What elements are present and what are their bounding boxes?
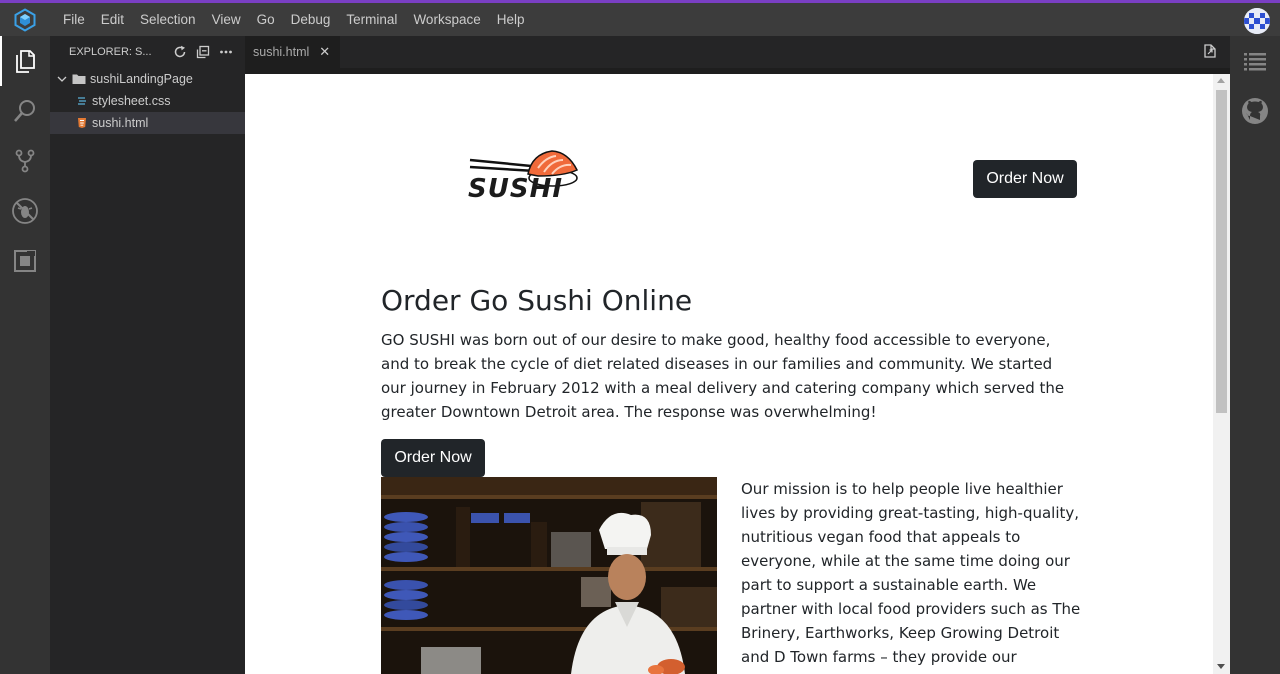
refresh-icon[interactable] — [173, 45, 187, 59]
css-file-icon — [76, 95, 88, 107]
debug-icon — [12, 198, 38, 224]
editor-tab-bar: sushi.html ✕ — [245, 36, 1230, 68]
menu-edit[interactable]: Edit — [93, 3, 132, 36]
folder-label: sushiLandingPage — [90, 72, 193, 86]
github-icon — [1242, 98, 1268, 124]
source-control-icon — [15, 149, 35, 173]
explorer-header: EXPLORER: S... — [50, 36, 245, 68]
tab-label: sushi.html — [253, 45, 310, 59]
activity-bar — [0, 36, 50, 674]
chef-photo — [381, 477, 717, 674]
outline-list-icon — [1244, 53, 1266, 71]
extensions-icon — [14, 250, 36, 272]
html-file-icon — [76, 117, 88, 129]
order-now-nav-button[interactable]: Order Now — [973, 160, 1077, 198]
avatar-pattern-icon — [1244, 8, 1270, 34]
page-heading: Order Go Sushi Online — [381, 284, 693, 317]
menu-bar: File Edit Selection View Go Debug Termin… — [0, 3, 1280, 36]
chevron-down-icon — [56, 73, 68, 85]
order-now-cta-button[interactable]: Order Now — [381, 439, 485, 477]
file-label: stylesheet.css — [92, 94, 171, 108]
explorer-actions — [173, 45, 245, 59]
web-preview: SUSHI Order Now Order Go Sushi Online GO… — [245, 74, 1230, 674]
intro-paragraph: GO SUSHI was born out of our desire to m… — [381, 331, 1065, 421]
collapse-all-icon[interactable] — [196, 45, 210, 59]
source-control-activity-button[interactable] — [0, 136, 50, 186]
preview-page: SUSHI Order Now Order Go Sushi Online GO… — [245, 74, 1213, 674]
open-preview-icon[interactable] — [1202, 43, 1218, 63]
sushi-logo: SUSHI — [468, 148, 580, 204]
file-label: sushi.html — [92, 116, 149, 130]
user-avatar[interactable] — [1244, 8, 1270, 34]
search-activity-button[interactable] — [0, 86, 50, 136]
menu-items: File Edit Selection View Go Debug Termin… — [50, 3, 532, 36]
github-view-button[interactable] — [1230, 86, 1280, 136]
explorer-title: EXPLORER: S... — [69, 46, 152, 58]
debug-activity-button[interactable] — [0, 186, 50, 236]
menu-view[interactable]: View — [204, 3, 249, 36]
tab-sushi-html[interactable]: sushi.html ✕ — [245, 36, 340, 68]
app-logo-icon[interactable] — [0, 3, 50, 36]
menu-workspace[interactable]: Workspace — [405, 3, 488, 36]
outline-view-button[interactable] — [1230, 36, 1280, 86]
menu-debug[interactable]: Debug — [283, 3, 339, 36]
more-actions-icon[interactable] — [219, 45, 233, 59]
preview-scroll-thumb[interactable] — [1216, 90, 1227, 413]
tree-file-stylesheet[interactable]: stylesheet.css — [50, 90, 245, 112]
extensions-activity-button[interactable] — [0, 236, 50, 286]
folder-icon — [72, 73, 86, 85]
explorer-activity-button[interactable] — [0, 36, 50, 86]
scroll-down-arrow-icon[interactable] — [1217, 664, 1225, 669]
menu-go[interactable]: Go — [249, 3, 283, 36]
tree-file-sushi-html[interactable]: sushi.html — [50, 112, 245, 134]
menu-file[interactable]: File — [50, 3, 93, 36]
close-icon[interactable]: ✕ — [319, 44, 330, 60]
menu-selection[interactable]: Selection — [132, 3, 204, 36]
explorer-sidebar: EXPLORER: S... sushiLandingPage styleshe… — [50, 36, 245, 674]
ide-window: File Edit Selection View Go Debug Termin… — [0, 0, 1280, 674]
right-side-bar — [1230, 36, 1280, 674]
tree-folder-row[interactable]: sushiLandingPage — [50, 68, 245, 90]
logo-text: SUSHI — [468, 174, 563, 204]
menu-terminal[interactable]: Terminal — [338, 3, 405, 36]
search-icon — [14, 100, 35, 122]
files-icon — [16, 50, 35, 73]
scroll-up-arrow-icon[interactable] — [1217, 78, 1225, 83]
menu-help[interactable]: Help — [489, 3, 533, 36]
mission-paragraph: Our mission is to help people live healt… — [741, 480, 1081, 674]
preview-scrollbar[interactable] — [1213, 74, 1230, 674]
